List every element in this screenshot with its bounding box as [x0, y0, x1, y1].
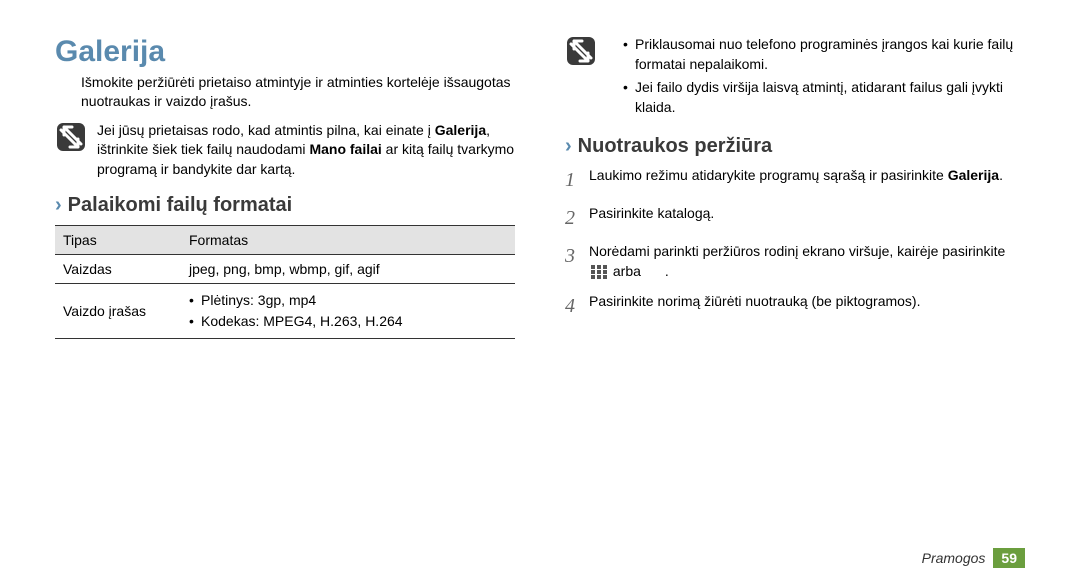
table-head-row: Tipas Formatas	[55, 225, 515, 254]
th-format: Formatas	[181, 225, 515, 254]
chevron-icon: ›	[55, 194, 62, 217]
note-icon	[55, 121, 87, 153]
step-1: 1 Laukimo režimu atidarykite programų są…	[565, 166, 1025, 194]
note-right-text: Priklausomai nuo telefono programinės įr…	[607, 35, 1025, 121]
step-2: 2 Pasirinkite katalogą.	[565, 204, 1025, 232]
section-photo-view: › Nuotraukos peržiūra	[565, 135, 1025, 158]
page-title: Galerija	[55, 35, 515, 69]
step-number: 2	[565, 204, 579, 232]
step-number: 4	[565, 292, 579, 320]
section-supported-formats: › Palaikomi failų formatai	[55, 194, 515, 217]
grid-view-icon	[591, 265, 607, 279]
note-right: Priklausomai nuo telefono programinės įr…	[565, 35, 1025, 121]
note-left: Jei jūsų prietaisas rodo, kad atmintis p…	[55, 121, 515, 180]
footer: Pramogos 59	[922, 548, 1025, 568]
note-left-text: Jei jūsų prietaisas rodo, kad atmintis p…	[97, 121, 515, 180]
formats-table: Tipas Formatas Vaizdas jpeg, png, bmp, w…	[55, 225, 515, 339]
intro-text: Išmokite peržiūrėti prietaiso atmintyje …	[55, 73, 515, 111]
th-type: Tipas	[55, 225, 181, 254]
table-row: Vaizdo įrašas Plėtinys: 3gp, mp4 Kodekas…	[55, 283, 515, 338]
step-number: 1	[565, 166, 579, 194]
step-number: 3	[565, 242, 579, 270]
footer-section: Pramogos	[922, 550, 986, 566]
note-icon	[565, 35, 597, 67]
table-row: Vaizdas jpeg, png, bmp, wbmp, gif, agif	[55, 254, 515, 283]
chevron-icon: ›	[565, 135, 572, 158]
steps-list: 1 Laukimo režimu atidarykite programų są…	[565, 166, 1025, 319]
step-3: 3 Norėdami parinkti peržiūros rodinį ekr…	[565, 242, 1025, 281]
page-number: 59	[993, 548, 1025, 568]
step-4: 4 Pasirinkite norimą žiūrėti nuotrauką (…	[565, 292, 1025, 320]
